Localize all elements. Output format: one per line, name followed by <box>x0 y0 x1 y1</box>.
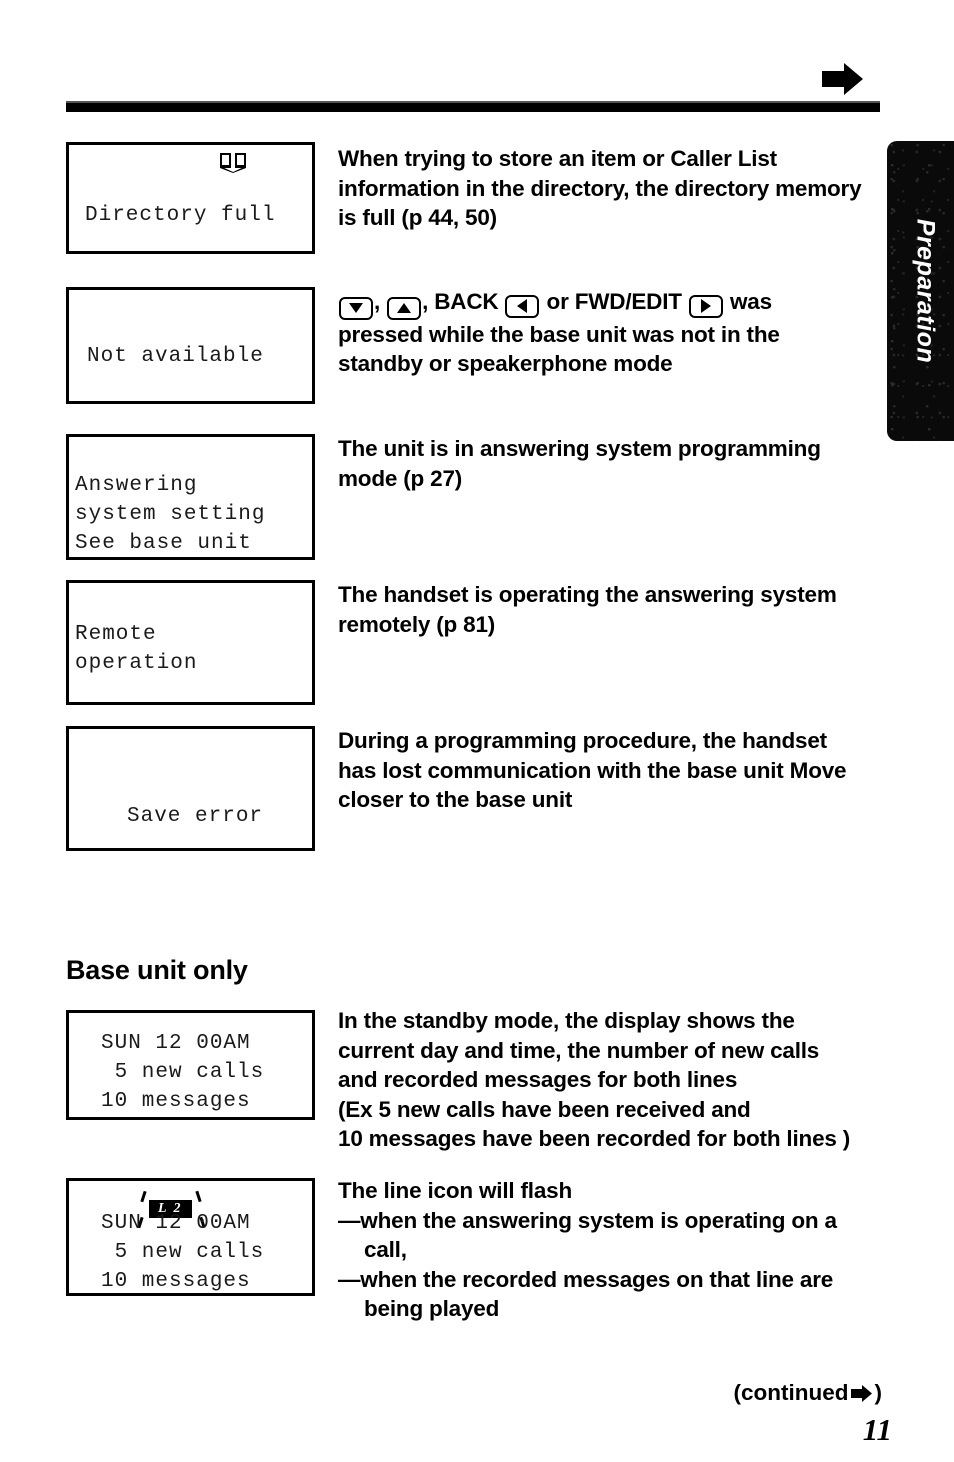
fwd-edit-key-label: FWD/EDIT <box>574 289 682 314</box>
description-text: When trying to store an item or Caller L… <box>338 144 883 233</box>
lcd-line: 5 new calls <box>101 1061 265 1084</box>
desc-line: In the standby mode, the display shows t… <box>338 1008 795 1033</box>
description-text: The line icon will flash —when the answe… <box>338 1176 883 1324</box>
section-heading: Base unit only <box>66 955 248 985</box>
right-arrow-icon <box>850 1385 872 1402</box>
desc-line-with-keys: , , BACK or FWD/EDIT was <box>338 287 883 320</box>
lcd-display: Directory full <box>66 142 315 254</box>
side-tab-label: Preparation <box>911 218 939 364</box>
lcd-display: L 2 SUN 12 00AM 5 new calls 10 messages <box>66 1178 315 1296</box>
right-arrow-icon <box>700 299 711 313</box>
desc-line: When trying to store an item or Caller L… <box>338 146 777 171</box>
lcd-display: Answering system setting See base unit <box>66 434 315 560</box>
desc-line: current day and time, the number of new … <box>338 1037 820 1063</box>
description-text: The unit is in answering system programm… <box>338 434 883 493</box>
desc-line: The unit is in answering system programm… <box>338 436 821 461</box>
header-rule <box>66 103 880 112</box>
fwd-edit-arrow-key[interactable] <box>688 294 723 318</box>
desc-line: call, <box>364 1237 407 1262</box>
desc-line: closer to the base unit <box>338 787 573 812</box>
open-book-icon <box>220 153 246 173</box>
description-text: , , BACK or FWD/EDIT was pressed while t… <box>338 287 883 379</box>
lcd-display: SUN 12 00AM 5 new calls 10 messages <box>66 1010 315 1120</box>
up-arrow-key[interactable] <box>387 296 422 320</box>
desc-line: —when the recorded messages on that line… <box>338 1266 834 1292</box>
desc-line: (Ex 5 new calls have been received and <box>338 1096 751 1122</box>
page-number: 11 <box>862 1412 892 1447</box>
desc-line: During a programming procedure, the hand… <box>338 728 827 753</box>
desc-line: 10 messages have been recorded for both … <box>338 1126 851 1151</box>
desc-line: The handset is operating the answering s… <box>338 582 837 607</box>
continued-text: (continued <box>733 1380 849 1405</box>
continued-close: ) <box>874 1380 883 1405</box>
lcd-line: 10 messages <box>101 1270 251 1293</box>
lcd-line: SUN 12 00AM <box>101 1212 251 1235</box>
down-arrow-key[interactable] <box>339 296 373 320</box>
lcd-line: Directory full <box>85 204 276 227</box>
lcd-display: Not available <box>66 287 315 404</box>
left-arrow-icon <box>517 299 528 313</box>
lcd-line: Remote <box>75 623 157 646</box>
desc-line: information in the directory, the direct… <box>338 175 862 201</box>
lcd-display: Save error <box>66 726 315 851</box>
desc-line: pressed while the base unit was not in t… <box>338 321 780 347</box>
lcd-line: Not available <box>87 345 264 368</box>
back-key-label: BACK <box>434 289 499 314</box>
up-arrow-icon <box>397 303 412 313</box>
desc-line: The line icon will flash <box>338 1178 572 1203</box>
desc-line: standby or speakerphone mode <box>338 351 673 376</box>
continued-label: (continued) <box>734 1380 882 1406</box>
desc-line: has lost communication with the base uni… <box>338 757 847 783</box>
desc-line: mode (p 27) <box>338 465 463 491</box>
lcd-line: 5 new calls <box>101 1241 265 1264</box>
desc-line: and recorded messages for both lines <box>338 1067 738 1092</box>
description-text: The handset is operating the answering s… <box>338 580 883 639</box>
lcd-display: Remote operation <box>66 580 315 705</box>
side-index-tab: Preparation <box>887 141 954 441</box>
lcd-line: 10 messages <box>101 1090 251 1113</box>
back-arrow-key[interactable] <box>505 294 540 318</box>
flash-mark <box>140 1190 147 1203</box>
lcd-line: Save error <box>127 805 264 828</box>
lcd-line: See base unit <box>75 532 252 555</box>
desc-line: remotely (p 81) <box>338 611 496 637</box>
desc-line: —when the answering system is operating … <box>338 1207 837 1233</box>
lcd-line: SUN 12 00AM <box>101 1032 251 1055</box>
description-text: During a programming procedure, the hand… <box>338 726 883 815</box>
lcd-line: operation <box>75 652 198 675</box>
desc-line: is full (p 44, 50) <box>338 205 497 230</box>
right-arrow-icon <box>822 63 863 95</box>
description-text: In the standby mode, the display shows t… <box>338 1006 883 1154</box>
down-arrow-icon <box>349 303 363 313</box>
desc-line: being played <box>364 1296 500 1321</box>
lcd-line: system setting <box>75 503 266 526</box>
desc-line: was <box>729 289 772 314</box>
flash-mark <box>195 1190 202 1203</box>
manual-page: Preparation Directory full When trying t… <box>0 0 954 1462</box>
lcd-line: Answering <box>75 474 198 497</box>
